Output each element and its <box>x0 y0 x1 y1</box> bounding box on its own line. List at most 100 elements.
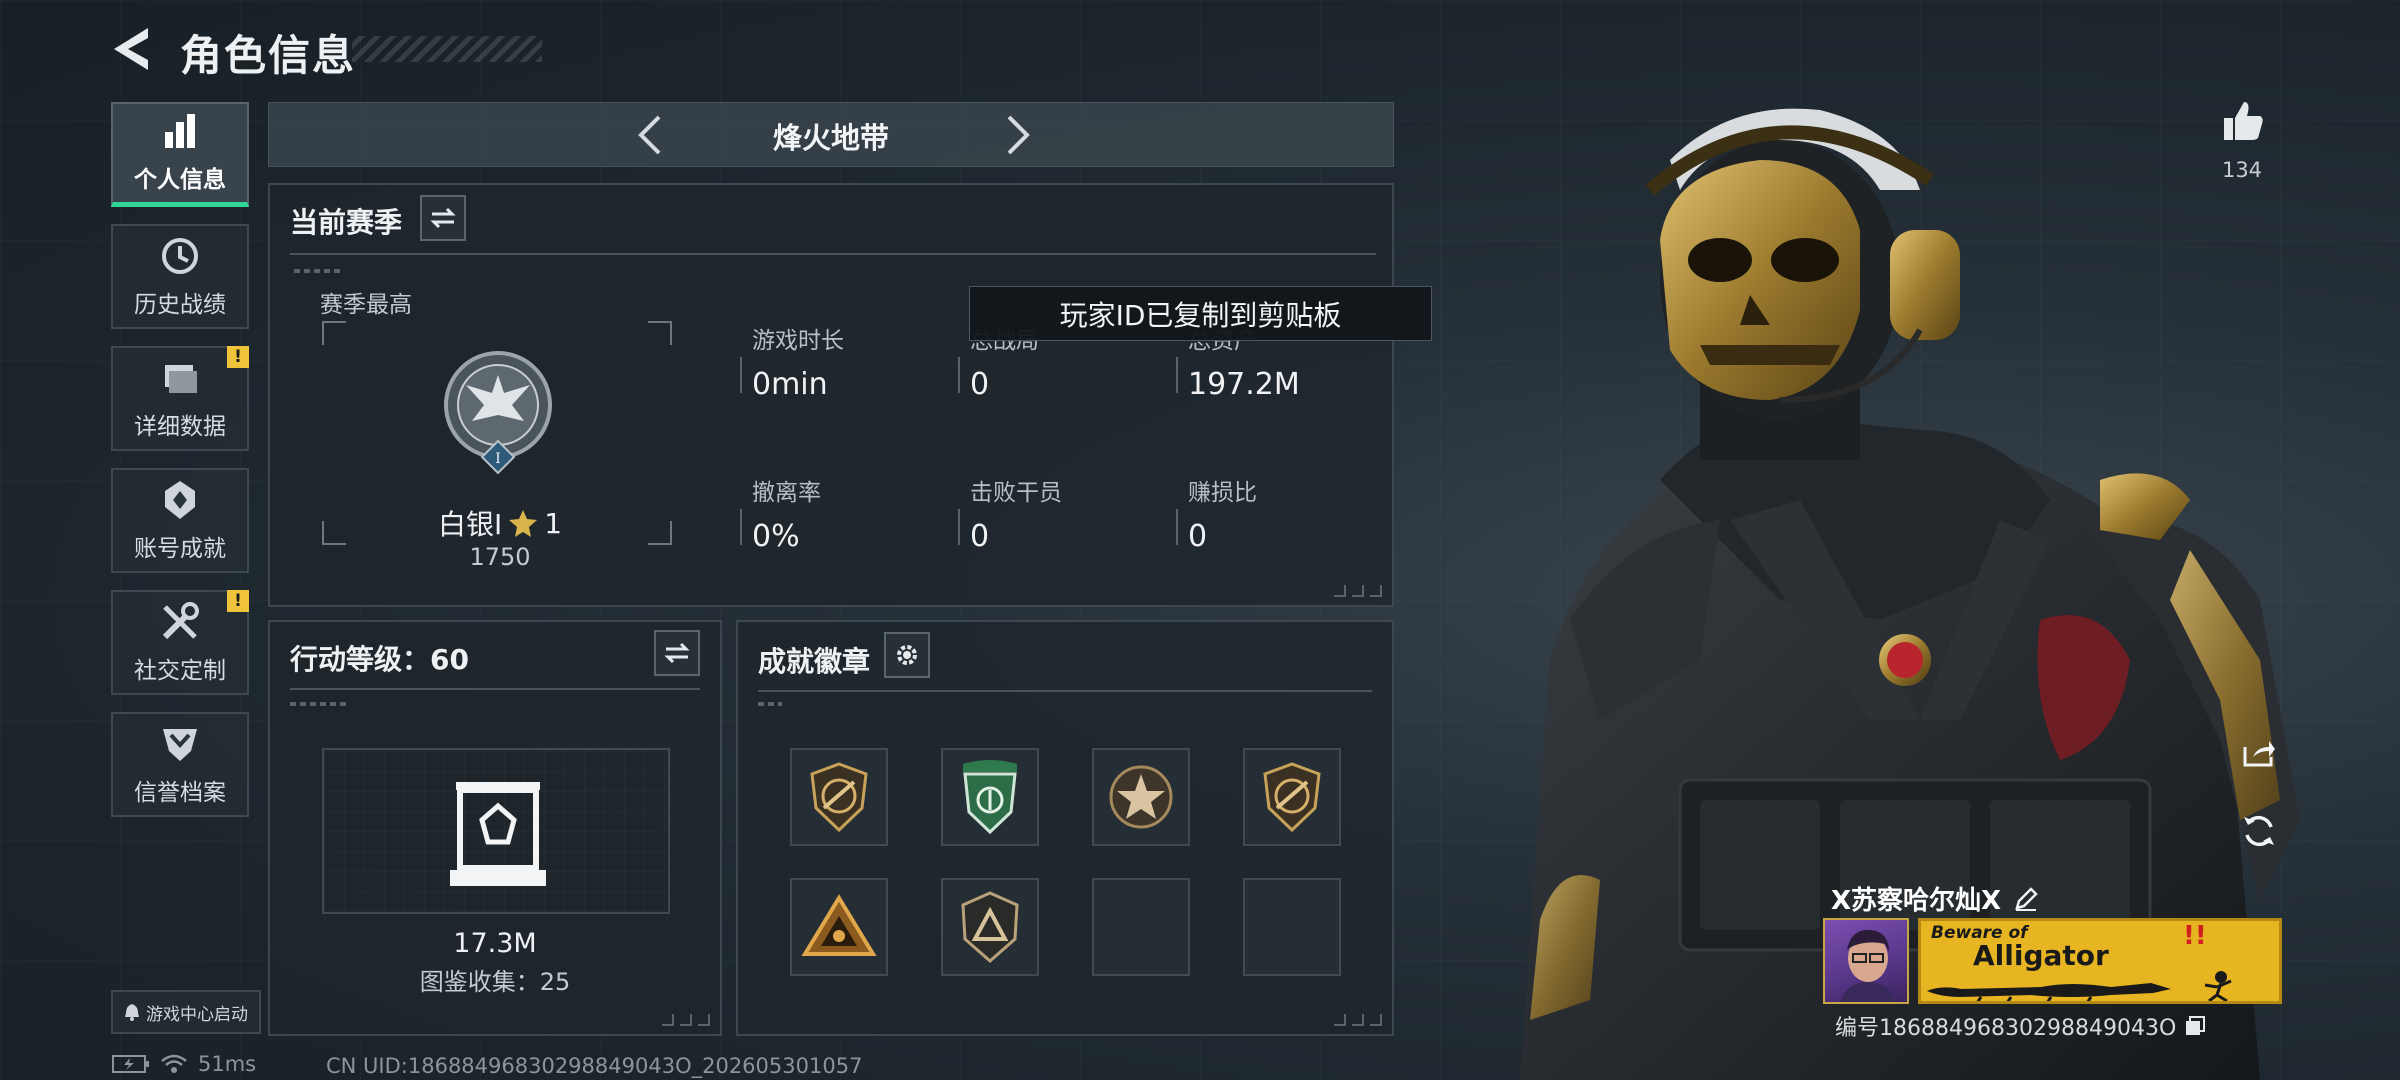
ping-value: 51ms <box>198 1052 257 1076</box>
stat-operators-defeated: 击败干员 0 <box>958 473 1062 554</box>
current-season-panel: 当前赛季 赛季最高 I 白银I 1 1750 游戏时长 0min 总战局 0 总… <box>268 183 1394 607</box>
medal-slot[interactable] <box>790 878 888 976</box>
nav-label: 详细数据 <box>134 414 226 440</box>
alert-badge: ! <box>227 346 249 368</box>
rifle-shield-medal-icon <box>1263 762 1321 832</box>
switch-season-button[interactable] <box>420 195 466 241</box>
divider-stripe <box>290 702 350 706</box>
stat-value: 0 <box>970 519 990 554</box>
bracket <box>648 321 672 345</box>
action-level-panel: 行动等级：60 17.3M 图鉴收集：25 <box>268 620 722 1036</box>
player-banner[interactable]: Beware of Alligator !! <box>1918 918 2282 1004</box>
corner-decoration <box>1334 585 1382 597</box>
green-shield-medal-icon <box>963 760 1017 835</box>
display-case-icon <box>450 782 546 886</box>
rank-points: 1750 <box>469 543 531 571</box>
divider <box>758 690 1372 692</box>
medal-slot[interactable] <box>790 748 888 846</box>
copied-toast: 玩家ID已复制到剪贴板 <box>969 286 1432 341</box>
corner-decoration <box>662 1014 710 1026</box>
rank-name-row: 白银I 1 <box>380 503 620 543</box>
medal-slot[interactable] <box>1243 748 1341 846</box>
collection-count: 图鉴收集：25 <box>419 968 571 996</box>
nav-item-personal-info[interactable]: 个人信息 <box>111 102 249 207</box>
stat-value: 0% <box>752 519 800 554</box>
alert-badge: ! <box>227 590 249 612</box>
nav-item-social-custom[interactable]: 社交定制 ! <box>111 590 249 695</box>
back-arrow-icon[interactable] <box>108 24 154 74</box>
stat-label: 撤离率 <box>752 480 821 506</box>
bar-chart-icon <box>165 114 195 148</box>
share-button[interactable] <box>2236 730 2282 776</box>
nav-item-reputation[interactable]: 信誉档案 <box>111 712 249 817</box>
rotate-icon <box>2244 815 2274 847</box>
stat-value: 0min <box>752 367 828 402</box>
divider <box>290 688 700 690</box>
thumbs-up-icon[interactable] <box>2220 98 2266 144</box>
rank-name: 白银I <box>437 508 503 541</box>
stat-separator <box>740 357 742 393</box>
wrench-icon <box>162 602 199 640</box>
stat-extraction-rate: 撤离率 0% <box>740 473 821 554</box>
player-id-row: 编号18688496830298849043O <box>1835 1010 2206 1042</box>
mode-selector: 烽火地带 <box>268 102 1394 167</box>
season-title: 当前赛季 <box>290 206 403 239</box>
bell-icon <box>125 1004 139 1021</box>
medal-slot[interactable] <box>1092 748 1190 846</box>
share-icon <box>2243 741 2275 767</box>
stat-profit-loss-ratio: 赚损比 0 <box>1176 473 1257 554</box>
achievement-icon <box>165 481 195 519</box>
swap-arrows-icon <box>430 207 456 229</box>
alligator-illustration-icon <box>1927 971 2232 1001</box>
empty-medal-slot[interactable] <box>1243 878 1341 976</box>
battery-charging-icon <box>112 1055 149 1073</box>
swap-arrows-icon <box>664 642 690 664</box>
stat-value: 0 <box>970 367 990 402</box>
empty-medal-slot[interactable] <box>1092 878 1190 976</box>
folder-icon <box>165 365 197 393</box>
history-clock-icon <box>162 238 198 274</box>
stat-separator <box>1176 357 1178 393</box>
silver-rank-emblem-icon: I <box>444 351 552 475</box>
copy-icon[interactable] <box>2184 1015 2206 1037</box>
stat-value: 0 <box>1188 519 1208 554</box>
nav-label: 历史战绩 <box>134 292 226 318</box>
shield-chevron-icon <box>163 729 197 761</box>
player-id: 编号18688496830298849043O <box>1835 1016 2177 1041</box>
game-center-launch-button[interactable]: 游戏中心启动 <box>111 990 261 1034</box>
banner-exclaim-icon: !! <box>2183 921 2207 951</box>
medal-slot[interactable] <box>941 878 1039 976</box>
collection-frame[interactable] <box>322 748 670 914</box>
like-count: 134 <box>2221 158 2263 182</box>
medal-slot[interactable] <box>941 748 1039 846</box>
stat-label: 游戏时长 <box>752 328 844 354</box>
next-mode-arrow-icon[interactable] <box>995 113 1039 157</box>
launch-label: 游戏中心启动 <box>146 1004 248 1025</box>
gold-star-icon <box>509 510 538 537</box>
action-level-title: 行动等级：60 <box>290 643 469 676</box>
refresh-button[interactable] <box>2236 808 2282 854</box>
bracket <box>322 521 346 545</box>
switch-level-button[interactable] <box>654 630 700 676</box>
stat-separator <box>1176 509 1178 545</box>
avatar-portrait-icon <box>1840 929 1896 1002</box>
star-medal-icon <box>1109 765 1173 829</box>
bracket <box>648 521 672 545</box>
title-decoration <box>352 36 542 62</box>
season-best-label: 赛季最高 <box>320 292 412 318</box>
nav-item-achievements[interactable]: 账号成就 <box>111 468 249 573</box>
corner-decoration <box>1334 1014 1382 1026</box>
nav-label: 社交定制 <box>134 658 226 684</box>
edit-pencil-icon[interactable] <box>2013 886 2039 912</box>
rank-stars: 1 <box>544 506 563 540</box>
stat-separator <box>958 509 960 545</box>
divider <box>290 253 1376 255</box>
nav-item-history[interactable]: 历史战绩 <box>111 224 249 329</box>
gear-icon <box>897 645 917 665</box>
achievement-medals-panel: 成就徽章 <box>736 620 1394 1036</box>
medal-settings-button[interactable] <box>884 632 930 678</box>
nav-label: 个人信息 <box>134 167 226 193</box>
player-avatar[interactable] <box>1823 918 1909 1004</box>
stat-separator <box>740 509 742 545</box>
nav-item-detailed-data[interactable]: 详细数据 ! <box>111 346 249 451</box>
